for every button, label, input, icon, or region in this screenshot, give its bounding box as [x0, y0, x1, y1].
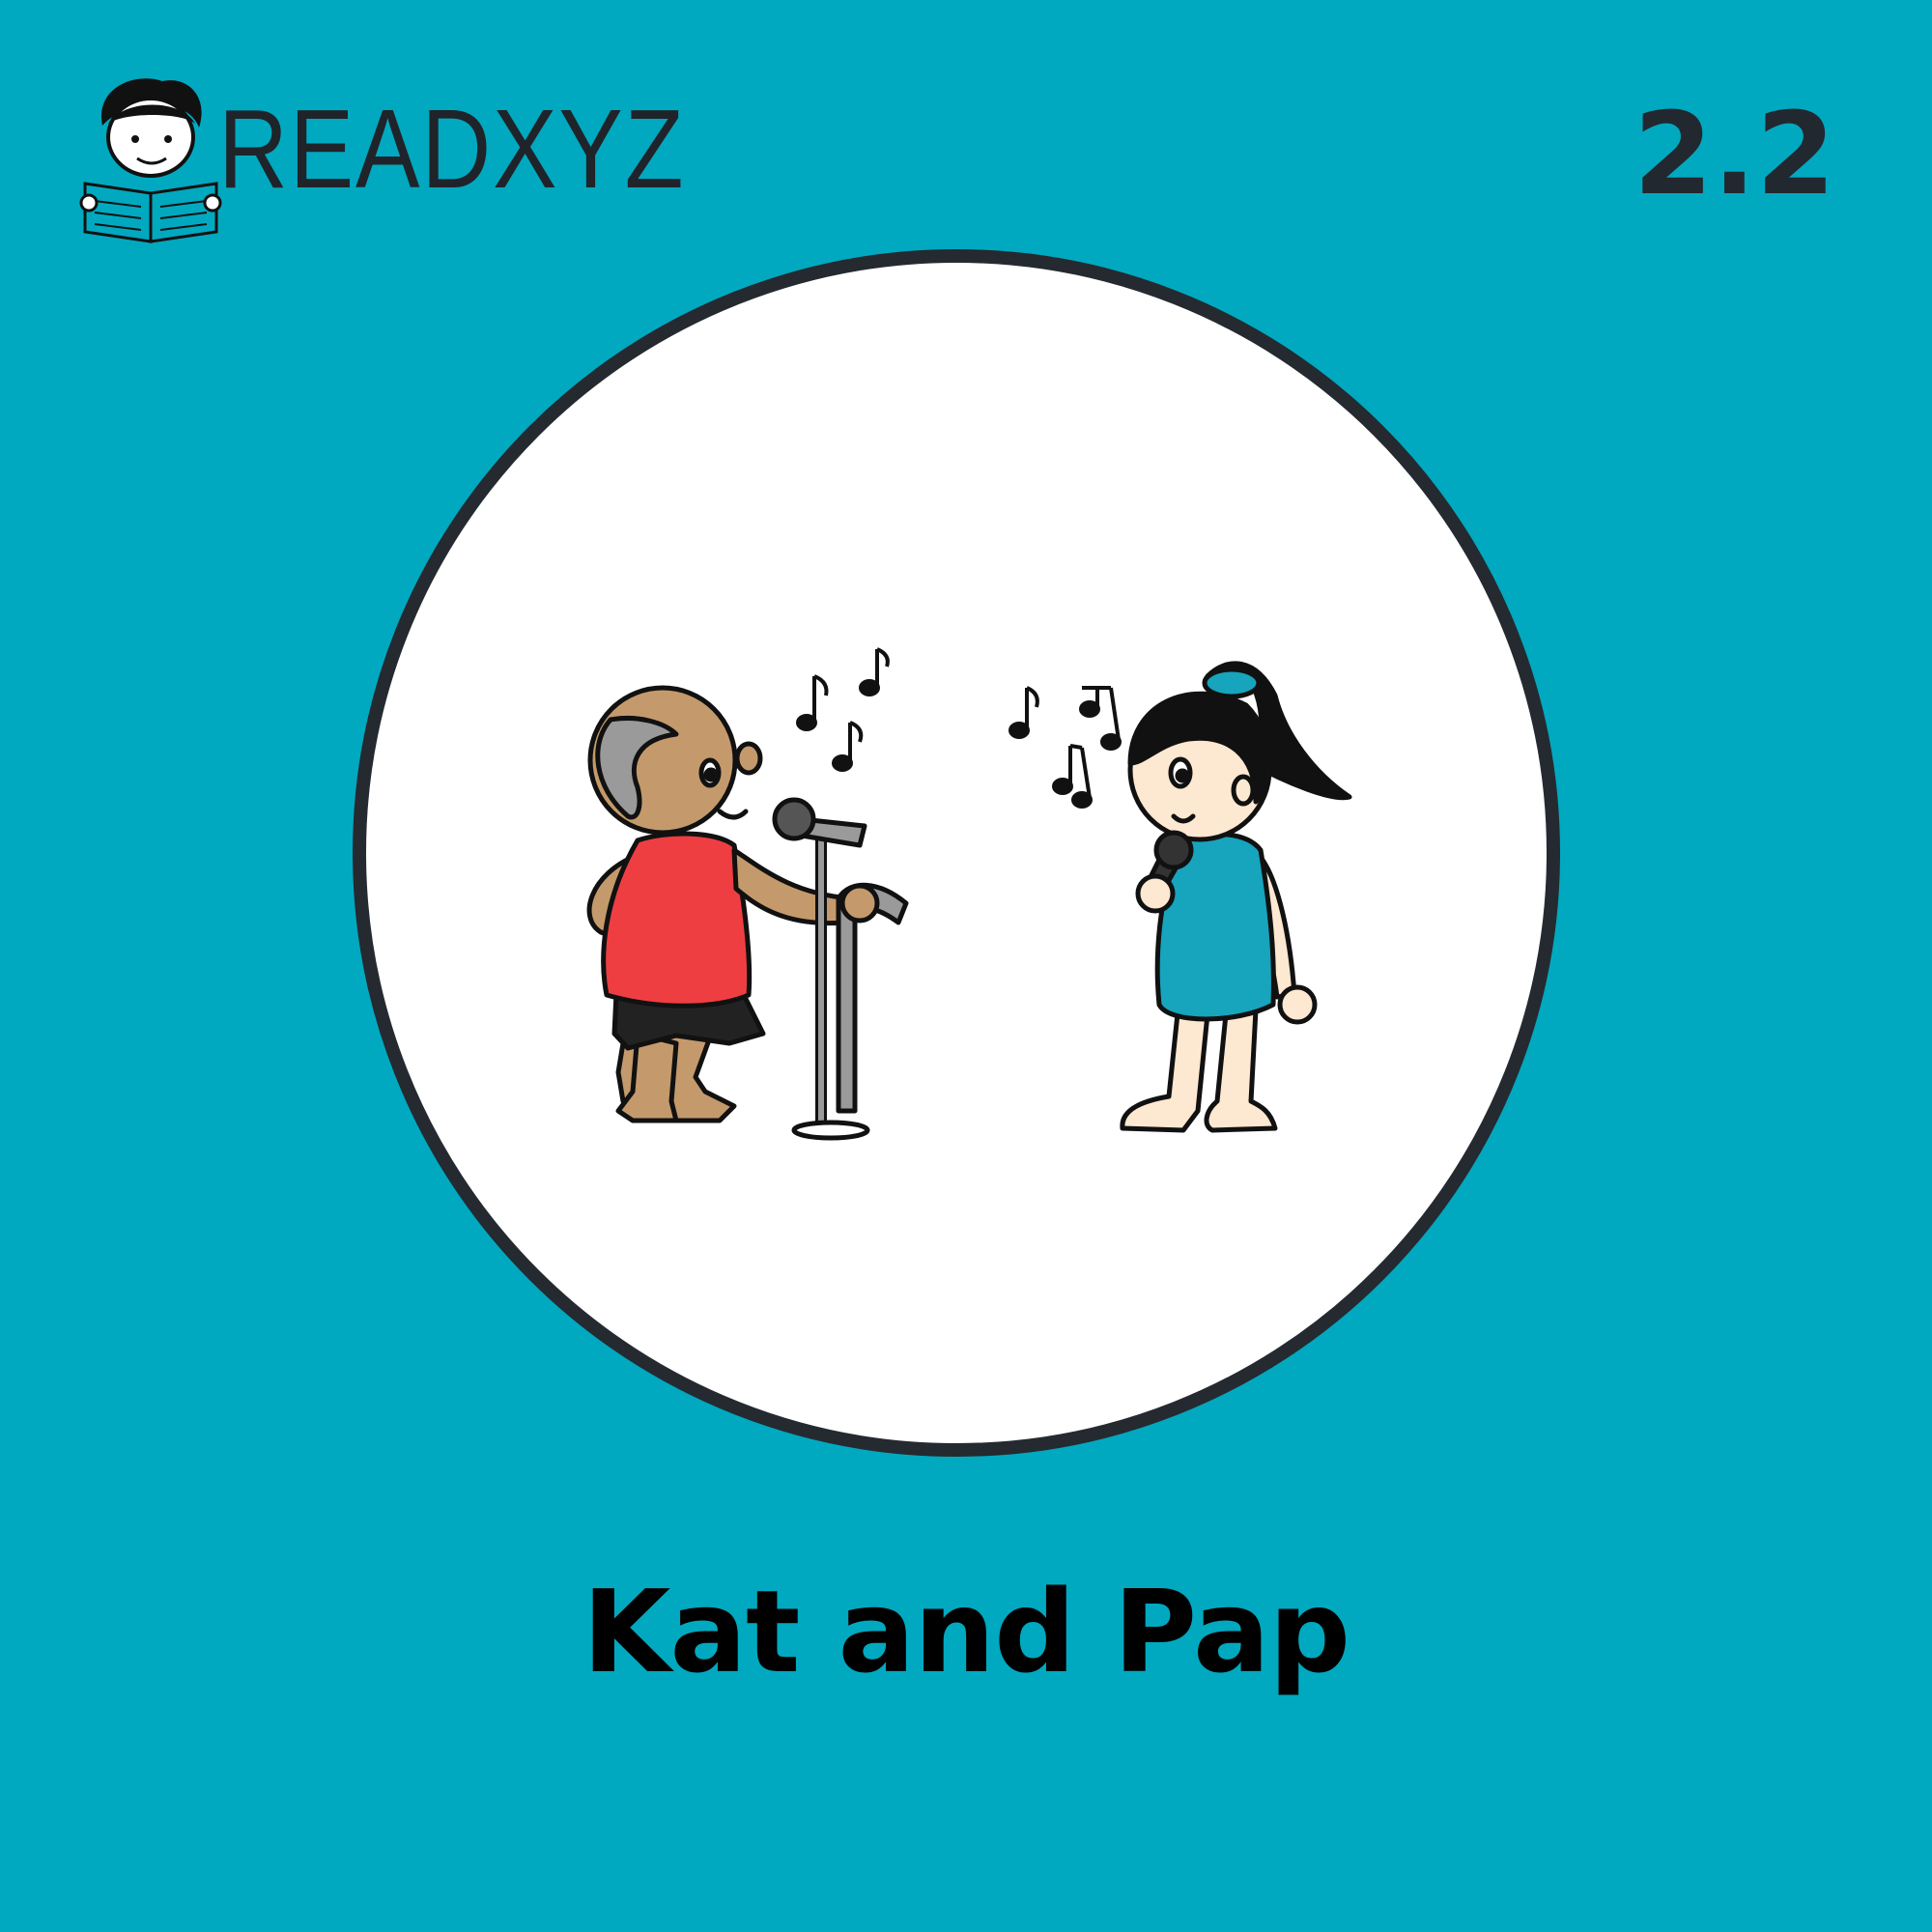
music-notes-left-icon — [796, 647, 890, 772]
girl-figure — [1120, 661, 1352, 1133]
music-notes-right-icon — [1009, 686, 1122, 809]
grandpa-figure — [586, 685, 909, 1141]
book-title: Kat and Pap — [582, 1565, 1350, 1698]
